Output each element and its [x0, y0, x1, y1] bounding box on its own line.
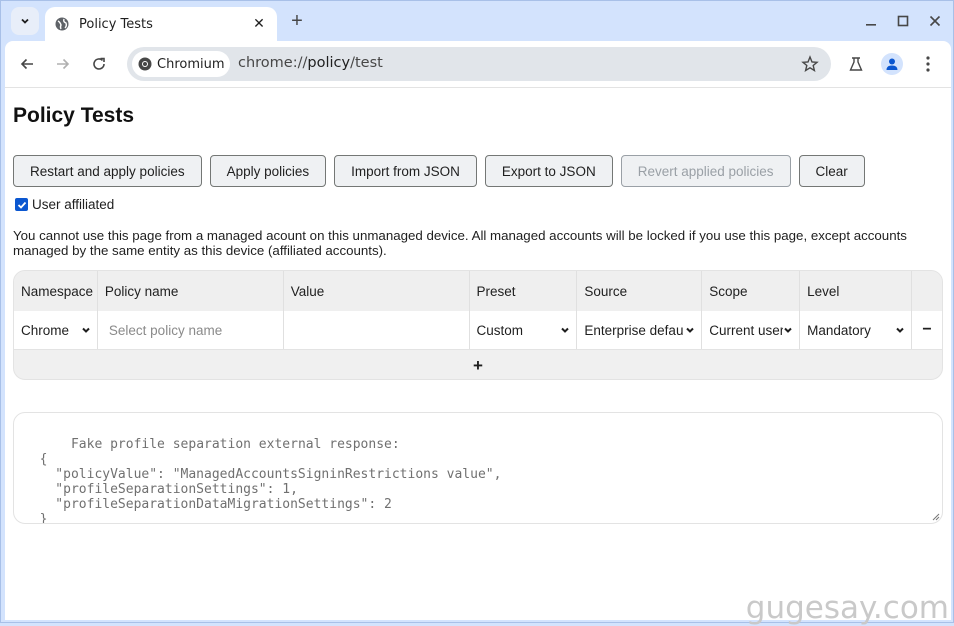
value-input[interactable]: [284, 311, 470, 349]
level-select[interactable]: Mandatory: [800, 311, 913, 349]
policy-name-input[interactable]: Select policy name: [98, 311, 284, 349]
resize-handle-icon[interactable]: [932, 513, 940, 521]
url-host: policy: [307, 55, 351, 71]
url-path: /test: [350, 55, 383, 71]
chevron-down-icon: [21, 18, 29, 24]
profile-button[interactable]: [881, 53, 903, 75]
tab-title: Policy Tests: [79, 16, 153, 32]
url-scheme: chrome://: [238, 55, 308, 71]
minimize-icon: [866, 24, 876, 26]
user-affiliated-checkbox[interactable]: [15, 198, 28, 211]
minus-icon: −: [922, 321, 932, 338]
chevron-down-icon: [783, 325, 794, 335]
site-info-chip[interactable]: Chromium: [132, 51, 230, 77]
action-buttons: Restart and apply policies Apply policie…: [13, 155, 865, 187]
avatar: [881, 53, 903, 75]
namespace-value: Chrome: [21, 322, 70, 338]
maximize-icon: [897, 15, 909, 27]
preset-select[interactable]: Custom: [470, 311, 578, 349]
reload-button[interactable]: [87, 52, 111, 76]
site-chip-label: Chromium: [157, 56, 225, 72]
tab-search-button[interactable]: [11, 7, 39, 35]
user-affiliated-label: User affiliated: [32, 197, 115, 212]
table-header-row: Namespace Policy name Value Preset Sourc…: [14, 271, 942, 311]
page-title: Policy Tests: [13, 104, 134, 127]
user-affiliated-toggle[interactable]: User affiliated: [15, 197, 114, 212]
header-namespace: Namespace: [14, 271, 98, 311]
bookmark-star-icon[interactable]: [801, 55, 819, 73]
browser-window: Policy Tests ✕ + Chromium chrome://polic…: [0, 0, 954, 626]
revert-policies-button[interactable]: Revert applied policies: [620, 155, 791, 187]
scope-value: Current user: [709, 322, 785, 338]
minimize-button[interactable]: [861, 11, 881, 31]
tab-strip: Policy Tests ✕ +: [1, 1, 953, 41]
new-tab-button[interactable]: +: [286, 10, 308, 32]
menu-button[interactable]: [917, 53, 939, 75]
export-json-button[interactable]: Export to JSON: [484, 155, 613, 187]
globe-icon: [55, 17, 69, 31]
restart-apply-button[interactable]: Restart and apply policies: [13, 155, 202, 187]
header-value: Value: [284, 271, 470, 311]
header-scope: Scope: [702, 271, 801, 311]
person-icon: [886, 58, 898, 70]
policy-name-placeholder: Select policy name: [108, 322, 223, 338]
back-arrow-icon: [20, 58, 33, 70]
level-value: Mandatory: [807, 322, 871, 338]
close-icon: [929, 15, 941, 27]
chevron-down-icon: [560, 325, 571, 335]
namespace-select[interactable]: Chrome: [14, 311, 98, 349]
add-row-button[interactable]: +: [14, 351, 942, 379]
close-tab-icon[interactable]: ✕: [251, 15, 267, 31]
policy-table: Namespace Policy name Value Preset Sourc…: [13, 270, 943, 380]
import-json-button[interactable]: Import from JSON: [334, 155, 477, 187]
chevron-down-icon: [685, 325, 696, 335]
header-preset: Preset: [470, 271, 578, 311]
checkmark-icon: [17, 201, 26, 209]
plus-icon: +: [473, 355, 483, 375]
labs-button[interactable]: [845, 53, 867, 75]
source-select[interactable]: Enterprise defau: [577, 311, 703, 349]
warning-notice: You cannot use this page from a managed …: [13, 228, 907, 258]
reload-icon: [93, 57, 105, 70]
response-text: Fake profile separation external respons…: [39, 437, 502, 524]
forward-button[interactable]: [51, 52, 75, 76]
tab-policy-tests[interactable]: Policy Tests ✕: [45, 7, 277, 41]
chromium-logo-icon: [138, 57, 152, 71]
page-content: Policy Tests Restart and apply policies …: [5, 87, 951, 626]
header-actions: [912, 271, 942, 311]
back-button[interactable]: [15, 52, 39, 76]
maximize-button[interactable]: [893, 11, 913, 31]
clear-button[interactable]: Clear: [798, 155, 865, 187]
header-level: Level: [800, 271, 913, 311]
chevron-down-icon: [80, 325, 91, 335]
source-value: Enterprise defau: [584, 322, 684, 338]
url-text[interactable]: chrome://policy/test: [238, 55, 383, 71]
preset-value: Custom: [476, 322, 524, 338]
table-row: Chrome Select policy name Custom Enterpr…: [14, 311, 942, 350]
remove-row-button[interactable]: −: [912, 311, 942, 349]
chevron-down-icon: [895, 325, 906, 335]
scope-select[interactable]: Current user: [702, 311, 801, 349]
address-bar[interactable]: Chromium chrome://policy/test: [127, 47, 831, 81]
header-policy-name: Policy name: [98, 271, 284, 311]
header-source: Source: [577, 271, 703, 311]
more-vert-icon: [926, 56, 930, 72]
forward-arrow-icon: [57, 58, 70, 70]
browser-toolbar: Chromium chrome://policy/test: [5, 41, 951, 87]
watermark: gugesay.com: [745, 590, 949, 626]
profile-separation-response-textarea[interactable]: Fake profile separation external respons…: [13, 412, 943, 524]
apply-policies-button[interactable]: Apply policies: [209, 155, 327, 187]
close-window-button[interactable]: [925, 11, 945, 31]
flask-icon: [849, 57, 863, 71]
